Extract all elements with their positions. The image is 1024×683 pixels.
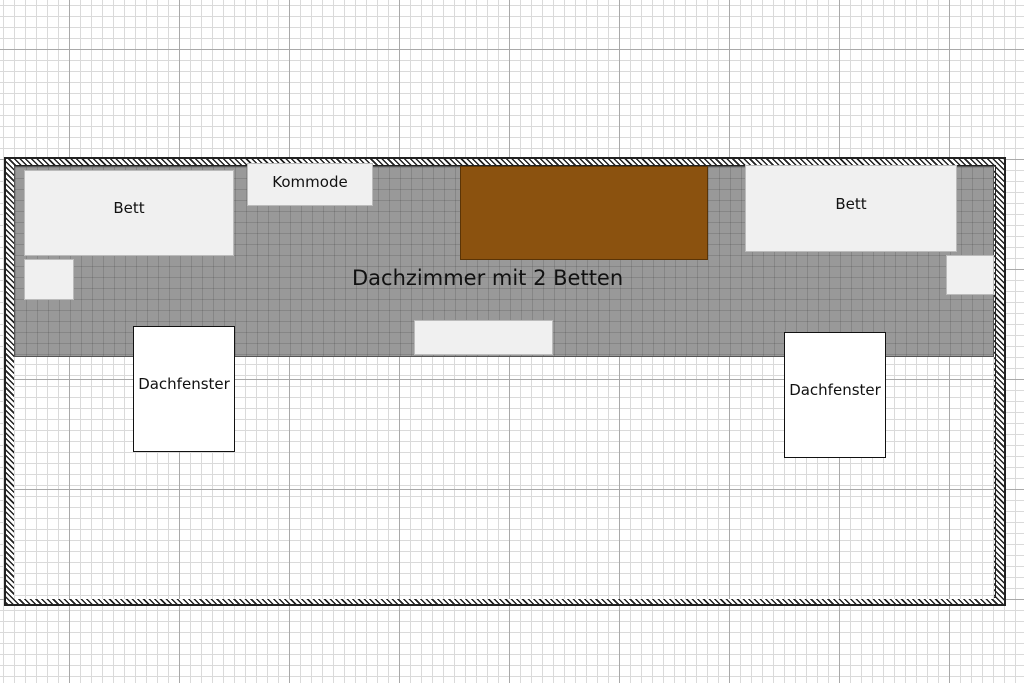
bed-right[interactable]: Bett [745, 165, 957, 252]
skylight-right[interactable]: Dachfenster [784, 332, 886, 458]
bed-left[interactable]: Bett [24, 170, 234, 256]
bed-left-label: Bett [113, 199, 145, 217]
skylight-left-label: Dachfenster [138, 375, 230, 393]
table[interactable] [414, 320, 553, 355]
wardrobe-block[interactable] [460, 166, 708, 260]
skylight-right-label: Dachfenster [789, 381, 881, 399]
skylight-left[interactable]: Dachfenster [133, 326, 235, 452]
dresser-label: Kommode [272, 172, 348, 191]
dresser[interactable]: Kommode [247, 163, 373, 206]
bed-right-label: Bett [835, 194, 867, 213]
nightstand-left[interactable] [24, 259, 74, 300]
nightstand-right[interactable] [946, 255, 994, 295]
room-label: Dachzimmer mit 2 Betten [352, 266, 624, 290]
